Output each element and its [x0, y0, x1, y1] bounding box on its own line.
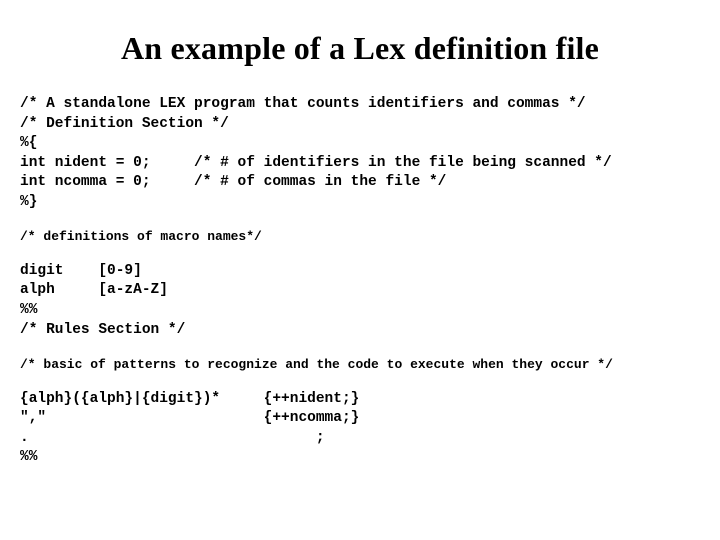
slide-title: An example of a Lex definition file: [20, 30, 700, 67]
code-rules-comment: /* basic of patterns to recognize and th…: [20, 356, 700, 374]
code-macro-comment: /* definitions of macro names*/: [20, 228, 700, 246]
code-block-definitions: /* A standalone LEX program that counts …: [20, 95, 700, 212]
code-macros-rules-header: digit [0-9] alph [a-zA-Z] %% /* Rules Se…: [20, 262, 700, 340]
slide-container: An example of a Lex definition file /* A…: [0, 0, 720, 540]
code-rules-body: {alph}({alph}|{digit})* {++nident;} "," …: [20, 390, 700, 468]
